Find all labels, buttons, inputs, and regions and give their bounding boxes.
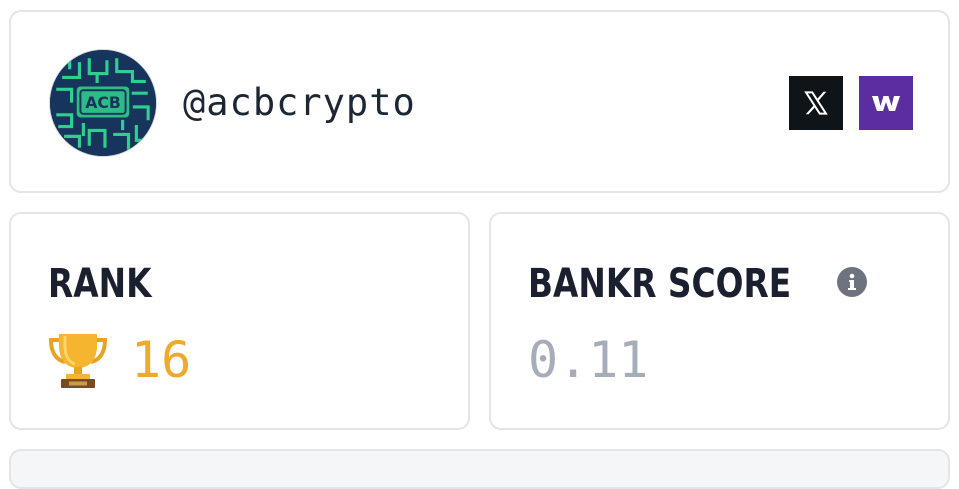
score-label: BANKR SCORE <box>528 261 792 307</box>
profile-handle: @acbcrypto <box>183 81 416 124</box>
x-logo-icon <box>804 91 828 115</box>
rank-label: RANK <box>48 261 152 307</box>
w-logo-icon <box>872 96 900 111</box>
svg-text:ACB: ACB <box>85 93 121 112</box>
trophy-icon <box>48 334 108 388</box>
rank-value-row: 16 <box>47 330 191 390</box>
profile-card: ACB @acbcrypto <box>9 10 950 193</box>
maze-avatar-icon: ACB <box>50 50 156 156</box>
score-card: BANKR SCORE 0.11 <box>489 212 950 430</box>
avatar: ACB <box>49 49 157 157</box>
info-icon[interactable] <box>837 267 867 297</box>
rank-card: RANK 16 <box>9 212 470 430</box>
rank-value: 16 <box>131 331 192 389</box>
score-value: 0.11 <box>528 331 649 389</box>
next-card <box>9 449 950 489</box>
warpcast-link-button[interactable] <box>859 76 913 130</box>
x-link-button[interactable] <box>789 76 843 130</box>
